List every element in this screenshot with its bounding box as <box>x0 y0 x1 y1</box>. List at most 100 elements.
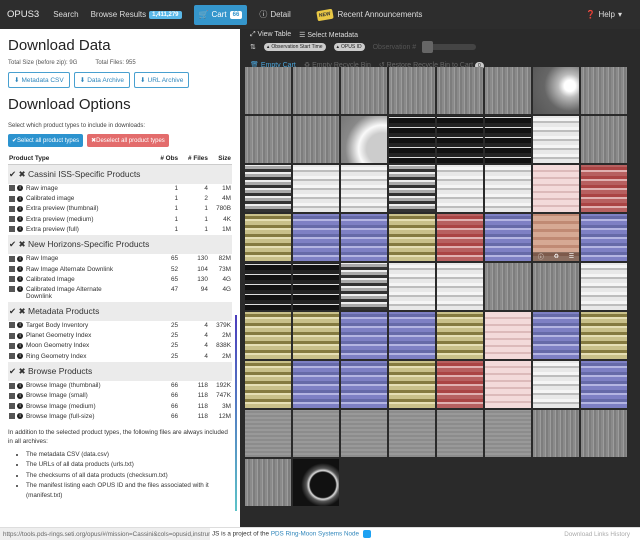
thumbnail-tile[interactable] <box>293 263 339 310</box>
pds-node-link[interactable]: PDS Ring-Moon Systems Node <box>271 531 359 538</box>
thumbnail-tile[interactable] <box>293 67 339 114</box>
info-icon[interactable]: i <box>17 226 23 233</box>
product-checkbox[interactable] <box>9 332 15 339</box>
thumbnail-tile[interactable] <box>389 165 435 212</box>
info-icon[interactable]: i <box>17 265 23 272</box>
product-checkbox[interactable] <box>9 255 15 262</box>
thumbnail-tile[interactable] <box>293 459 339 506</box>
x-icon[interactable]: ✖ <box>19 306 26 316</box>
product-checkbox[interactable] <box>9 276 15 283</box>
view-table-button[interactable]: ⤢ View Table <box>250 31 291 39</box>
thumbnail-tile[interactable] <box>341 312 387 359</box>
thumbnail-tile[interactable] <box>293 116 339 163</box>
info-icon[interactable]: i <box>17 413 23 420</box>
thumbnail-tile[interactable] <box>245 116 291 163</box>
thumbnail-tile[interactable] <box>533 361 579 408</box>
check-icon[interactable]: ✔ <box>9 366 16 376</box>
info-icon[interactable]: i <box>17 195 23 202</box>
thumbnail-tile[interactable] <box>485 361 531 408</box>
thumbnail-tile[interactable] <box>485 67 531 114</box>
thumbnail-tile[interactable] <box>245 459 291 506</box>
thumbnail-tile[interactable] <box>437 361 483 408</box>
thumbnail-tile[interactable] <box>581 214 627 261</box>
thumbnail-tile[interactable] <box>533 263 579 310</box>
info-icon[interactable]: i <box>17 286 23 293</box>
thumbnail-tile[interactable] <box>533 67 579 114</box>
x-icon[interactable]: ✖ <box>19 169 26 179</box>
thumbnail-tile[interactable] <box>245 410 291 457</box>
thumbnail-tile[interactable] <box>437 165 483 212</box>
thumbnail-tile[interactable] <box>437 410 483 457</box>
product-checkbox[interactable] <box>9 195 15 202</box>
thumbnail-tile[interactable] <box>293 165 339 212</box>
product-checkbox[interactable] <box>9 402 15 409</box>
product-checkbox[interactable] <box>9 205 15 212</box>
thumbnail-tile[interactable] <box>245 361 291 408</box>
x-icon[interactable]: ✖ <box>19 366 26 376</box>
product-checkbox[interactable] <box>9 352 15 359</box>
thumbnail-tile[interactable] <box>293 410 339 457</box>
info-icon[interactable]: i <box>17 255 23 262</box>
metadata-csv-button[interactable]: ⬇ Metadata CSV <box>8 72 70 88</box>
thumbnail-tile[interactable]: ⓘ ♻ ☰ <box>533 214 579 261</box>
product-checkbox[interactable] <box>9 382 15 389</box>
thumbnail-tile[interactable] <box>581 263 627 310</box>
select-all-button[interactable]: ✔ Select all product types <box>8 134 84 147</box>
menu-icon[interactable]: ☰ <box>569 253 574 260</box>
thumbnail-tile[interactable] <box>245 165 291 212</box>
thumbnail-tile[interactable] <box>485 410 531 457</box>
thumbnail-tile[interactable] <box>437 312 483 359</box>
thumbnail-tile[interactable] <box>245 214 291 261</box>
thumbnail-tile[interactable] <box>389 361 435 408</box>
thumbnail-tile[interactable] <box>341 214 387 261</box>
thumbnail-tile[interactable] <box>341 263 387 310</box>
thumbnail-tile[interactable] <box>245 67 291 114</box>
info-icon[interactable]: i <box>17 382 23 389</box>
thumbnail-tile[interactable] <box>581 312 627 359</box>
thumbnail-tile[interactable] <box>341 165 387 212</box>
info-icon[interactable]: i <box>17 402 23 409</box>
url-archive-button[interactable]: ⬇ URL Archive <box>134 72 190 88</box>
info-icon[interactable]: i <box>17 352 23 359</box>
check-icon[interactable]: ✔ <box>9 306 16 316</box>
thumbnail-tile[interactable] <box>581 67 627 114</box>
thumbnail-tile[interactable] <box>341 410 387 457</box>
check-icon[interactable]: ✔ <box>9 169 16 179</box>
thumbnail-tile[interactable] <box>389 263 435 310</box>
thumbnail-tile[interactable] <box>341 116 387 163</box>
product-checkbox[interactable] <box>9 215 15 222</box>
info-icon[interactable]: i <box>17 276 23 283</box>
thumbnail-tile[interactable] <box>485 214 531 261</box>
product-checkbox[interactable] <box>9 322 15 329</box>
info-icon[interactable]: i <box>17 215 23 222</box>
thumbnail-tile[interactable] <box>485 116 531 163</box>
recycle-icon[interactable]: ♻ <box>554 253 559 260</box>
panel-scroll-indicator[interactable] <box>235 315 237 511</box>
info-icon[interactable]: i <box>17 342 23 349</box>
x-icon[interactable]: ✖ <box>19 239 26 249</box>
thumbnail-tile[interactable] <box>389 67 435 114</box>
thumbnail-tile[interactable] <box>581 165 627 212</box>
thumbnail-tile[interactable] <box>341 361 387 408</box>
product-checkbox[interactable] <box>9 413 15 420</box>
sort-tag-opus-id[interactable]: ▴ OPUS ID <box>333 43 365 51</box>
nav-search[interactable]: Search <box>53 0 78 29</box>
info-icon[interactable]: i <box>17 332 23 339</box>
twitter-icon[interactable] <box>363 530 372 538</box>
select-metadata-button[interactable]: ☰ Select Metadata <box>299 31 358 39</box>
thumbnail-tile[interactable] <box>485 263 531 310</box>
product-checkbox[interactable] <box>9 265 15 272</box>
thumbnail-tile[interactable] <box>581 361 627 408</box>
thumbnail-tile[interactable] <box>293 214 339 261</box>
thumbnail-tile[interactable] <box>533 410 579 457</box>
product-checkbox[interactable] <box>9 392 15 399</box>
thumbnail-tile[interactable] <box>245 312 291 359</box>
thumbnail-tile[interactable] <box>389 214 435 261</box>
thumbnail-tile[interactable] <box>533 116 579 163</box>
thumbnail-tile[interactable] <box>437 214 483 261</box>
product-checkbox[interactable] <box>9 185 15 192</box>
info-icon[interactable]: ⓘ <box>538 252 544 261</box>
observation-slider[interactable] <box>422 41 477 53</box>
data-archive-button[interactable]: ⬇ Data Archive <box>73 72 131 88</box>
nav-announcements[interactable]: NEW Recent Announcements <box>316 0 422 29</box>
